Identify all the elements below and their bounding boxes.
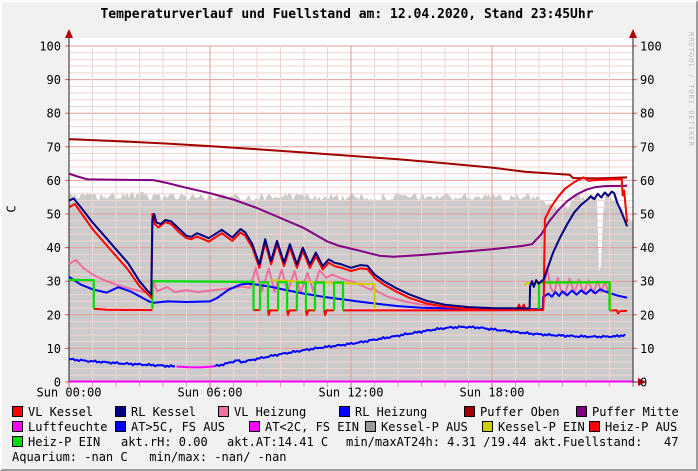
legend-swatch [339, 406, 350, 417]
legend-swatch [218, 406, 229, 417]
legend-swatch [115, 406, 126, 417]
legend-swatch [576, 406, 587, 417]
legend: VL Kessel RL Kessel VL Heizung RL Heizung Pu… [2, 2, 698, 471]
legend-swatch [12, 421, 23, 432]
legend-info-text: akt.rH: 0.00 [121, 436, 208, 448]
legend-item: Puffer Oben [464, 406, 559, 418]
legend-item: Heiz-P AUS [589, 421, 677, 433]
legend-item: Heiz-P EIN [12, 436, 100, 448]
legend-item: Puffer Mitte [576, 406, 679, 418]
legend-swatch [12, 406, 23, 417]
legend-swatch [115, 421, 126, 432]
legend-info-text: akt.Fuellstand: 47 [534, 436, 679, 448]
legend-swatch [464, 406, 475, 417]
legend-info-text: akt.AT:14.41 C [227, 436, 328, 448]
legend-swatch [12, 436, 23, 447]
legend-swatch [365, 421, 376, 432]
legend-item: VL Kessel [12, 406, 93, 418]
legend-item: Kessel-P AUS [365, 421, 468, 433]
legend-swatch [589, 421, 600, 432]
rrdtool-watermark: RRDTOOL / TOBI OETIKER [687, 32, 695, 147]
legend-item: Luftfeuchte [12, 421, 107, 433]
legend-item: AT<2C, FS EIN [249, 421, 359, 433]
legend-item: RL Kessel [115, 406, 196, 418]
legend-item: VL Heizung [218, 406, 306, 418]
legend-swatch [482, 421, 493, 432]
legend-info-text: Aquarium: -nan C min/max: -nan/ -nan [12, 451, 287, 463]
legend-item: AT>5C, FS AUS [115, 421, 225, 433]
legend-info-text: min/maxAT24h: 4.31 /19.44 [346, 436, 527, 448]
legend-item: RL Heizung [339, 406, 427, 418]
legend-item: Kessel-P EIN [482, 421, 585, 433]
legend-swatch [249, 421, 260, 432]
rrdtool-graph: Temperaturverlauf und Fuellstand am: 12.… [0, 0, 698, 471]
